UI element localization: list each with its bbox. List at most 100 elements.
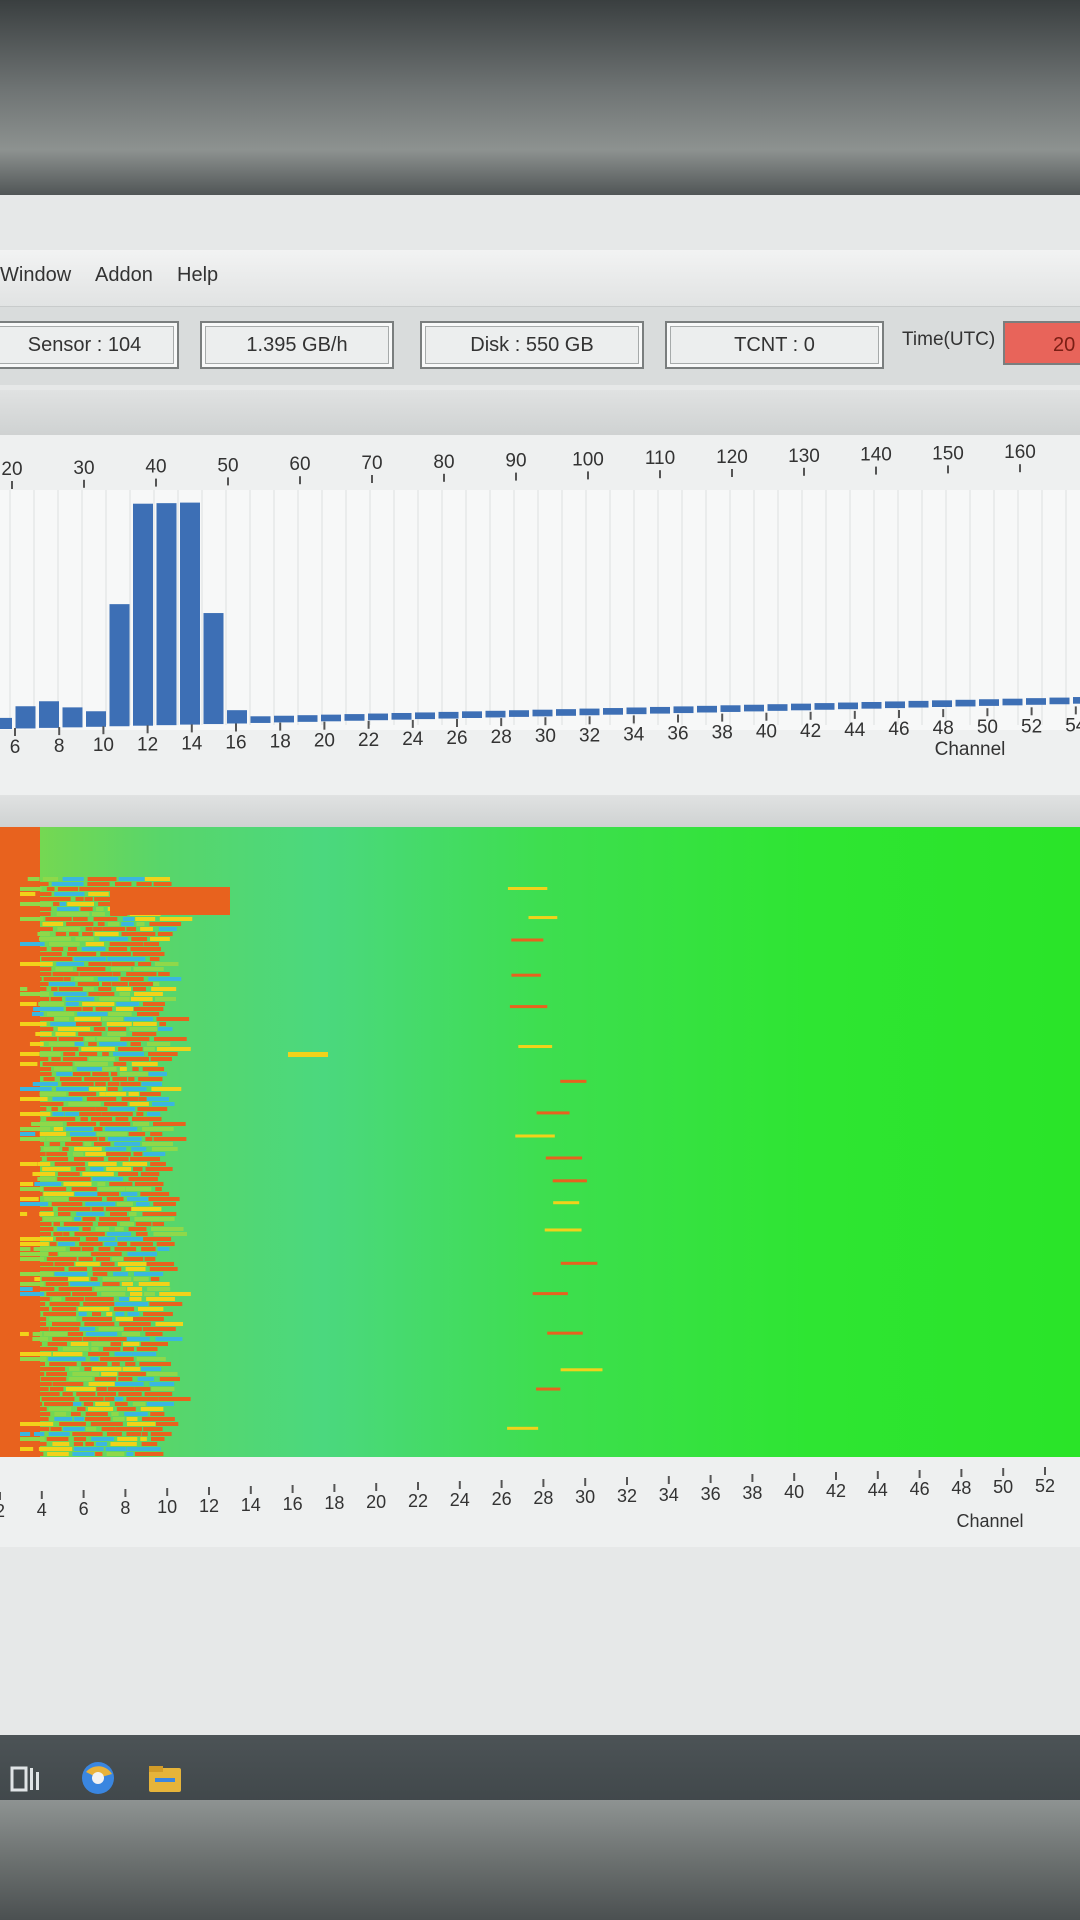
waterfall-signal bbox=[20, 922, 39, 926]
browser-icon[interactable] bbox=[78, 1758, 118, 1798]
waterfall-signal bbox=[122, 1162, 148, 1166]
waterfall-signal bbox=[84, 1037, 95, 1041]
waterfall-signal bbox=[127, 1287, 143, 1291]
waterfall-signal bbox=[156, 1242, 175, 1246]
waterfall-signal bbox=[89, 1087, 106, 1091]
waterfall-signal bbox=[148, 1052, 178, 1056]
waterfall-signal bbox=[20, 1392, 40, 1396]
menu-window[interactable]: Window bbox=[0, 264, 71, 287]
waterfall-signal bbox=[34, 1277, 41, 1281]
waterfall-streak bbox=[552, 1179, 587, 1183]
waterfall-signal bbox=[20, 1342, 42, 1346]
spectrum-bar bbox=[697, 705, 717, 713]
waterfall-signal bbox=[70, 1412, 81, 1416]
waterfall-signal bbox=[34, 1372, 45, 1376]
waterfall-signal bbox=[118, 1047, 143, 1051]
menu-addon[interactable]: Addon bbox=[95, 264, 153, 287]
waterfall-signal bbox=[20, 1162, 38, 1166]
waterfall-signal bbox=[20, 1362, 45, 1366]
waterfall-signal bbox=[42, 877, 59, 881]
waterfall-signal bbox=[121, 1282, 133, 1286]
spectrum-top-tick-label: 60 bbox=[289, 454, 310, 475]
waterfall-signal bbox=[20, 1307, 49, 1311]
waterfall-signal bbox=[128, 1132, 146, 1136]
waterfall-signal bbox=[20, 1447, 34, 1451]
waterfall-signal bbox=[142, 1142, 173, 1146]
waterfall-signal bbox=[20, 1327, 49, 1331]
waterfall-signal bbox=[20, 1107, 47, 1111]
waterfall-tick-label: 52 bbox=[1035, 1476, 1055, 1496]
waterfall-signal bbox=[137, 1377, 154, 1381]
waterfall-signal bbox=[65, 1002, 79, 1006]
waterfall-burst bbox=[110, 887, 230, 915]
waterfall-signal bbox=[40, 1377, 67, 1381]
waterfall-signal bbox=[109, 1212, 127, 1216]
waterfall-signal bbox=[43, 1192, 74, 1196]
waterfall-signal bbox=[122, 1367, 141, 1371]
waterfall-signal bbox=[121, 1097, 139, 1101]
waterfall-signal bbox=[116, 957, 146, 961]
waterfall-signal bbox=[69, 1132, 96, 1136]
waterfall-signal bbox=[20, 1452, 28, 1456]
spectrum-bottom-tick-label: 50 bbox=[977, 717, 998, 738]
waterfall-signal bbox=[62, 1392, 73, 1396]
waterfall-signal bbox=[39, 1092, 67, 1096]
waterfall-signal bbox=[153, 882, 172, 886]
waterfall-signal bbox=[99, 1092, 106, 1096]
spectrum-bar bbox=[932, 700, 952, 707]
waterfall-signal bbox=[68, 1377, 93, 1381]
spectrum-bar bbox=[344, 714, 365, 721]
waterfall-signal bbox=[36, 1347, 58, 1351]
waterfall-signal bbox=[126, 927, 137, 931]
waterfall-signal bbox=[99, 1122, 131, 1126]
waterfall-signal bbox=[142, 1127, 174, 1131]
waterfall-signal bbox=[129, 1102, 149, 1106]
waterfall-signal bbox=[54, 1272, 88, 1276]
waterfall-signal bbox=[20, 1442, 47, 1446]
spectrum-bottom-tick-label: 54 bbox=[1065, 715, 1080, 736]
waterfall-signal bbox=[20, 1207, 53, 1211]
waterfall-signal bbox=[39, 1212, 54, 1216]
waterfall-signal bbox=[56, 962, 85, 966]
waterfall-signal bbox=[20, 982, 49, 986]
waterfall-signal bbox=[149, 1382, 175, 1386]
menu-help[interactable]: Help bbox=[177, 264, 218, 287]
waterfall-signal bbox=[47, 1342, 68, 1346]
waterfall-tick-label: 24 bbox=[450, 1490, 470, 1510]
waterfall-signal bbox=[148, 1072, 167, 1076]
waterfall-signal bbox=[158, 972, 170, 976]
waterfall-signal bbox=[38, 1002, 64, 1006]
waterfall-signal bbox=[20, 1402, 43, 1406]
waterfall-signal bbox=[20, 1297, 50, 1301]
waterfall-signal bbox=[51, 1307, 77, 1311]
waterfall-signal bbox=[108, 1012, 132, 1016]
waterfall-signal bbox=[20, 1127, 51, 1131]
waterfall-signal bbox=[157, 932, 173, 936]
waterfall-signal bbox=[79, 1397, 104, 1401]
task-view-icon[interactable] bbox=[8, 1758, 48, 1798]
waterfall-signal bbox=[38, 1367, 66, 1371]
waterfall-signal bbox=[105, 1092, 127, 1096]
waterfall-signal bbox=[143, 1427, 163, 1431]
waterfall-streak bbox=[547, 1331, 583, 1335]
waterfall-signal bbox=[151, 987, 177, 991]
waterfall-signal bbox=[20, 1052, 40, 1056]
waterfall-signal bbox=[46, 1372, 67, 1376]
waterfall-signal bbox=[32, 1077, 40, 1081]
waterfall-signal bbox=[33, 1007, 64, 1011]
time-utc-value: 20 bbox=[1003, 321, 1080, 365]
waterfall-signal bbox=[75, 1167, 86, 1171]
waterfall-signal bbox=[92, 1177, 123, 1181]
waterfall-signal bbox=[150, 1132, 163, 1136]
waterfall-signal bbox=[114, 1247, 137, 1251]
file-explorer-icon[interactable] bbox=[145, 1758, 185, 1798]
waterfall-signal bbox=[125, 1362, 136, 1366]
waterfall-signal bbox=[131, 1062, 158, 1066]
waterfall-signal bbox=[119, 992, 131, 996]
waterfall-streak bbox=[544, 1228, 582, 1232]
waterfall-signal bbox=[156, 1422, 179, 1426]
waterfall-signal bbox=[20, 1412, 51, 1416]
waterfall-signal bbox=[42, 1062, 73, 1066]
waterfall-signal bbox=[20, 1262, 54, 1266]
waterfall-signal bbox=[102, 1052, 109, 1056]
